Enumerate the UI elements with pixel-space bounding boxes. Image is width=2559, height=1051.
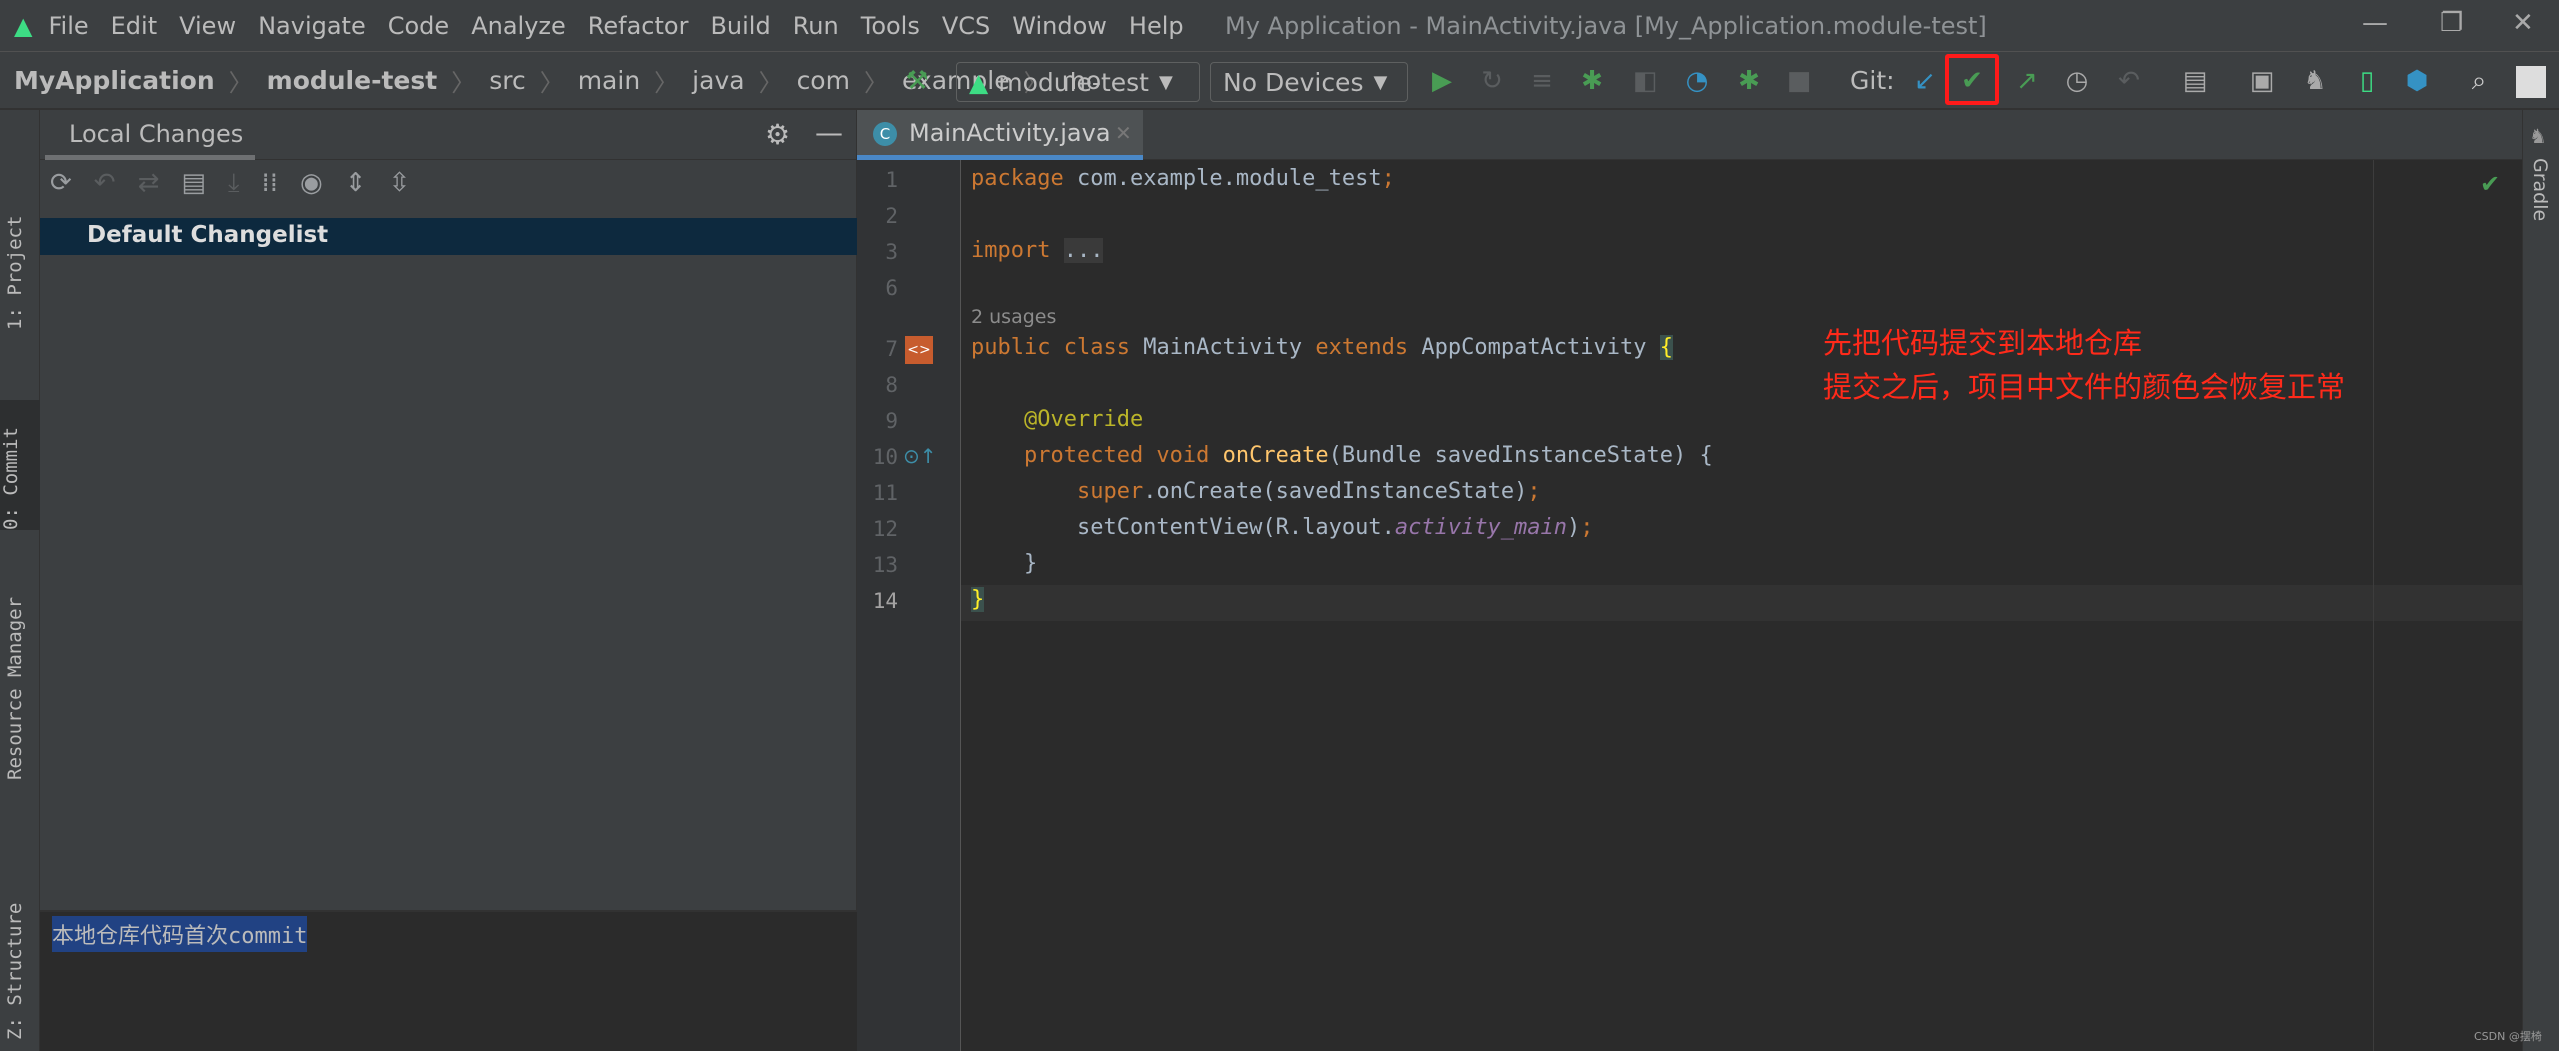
line-number: 2 <box>885 204 898 228</box>
commit-message-text: 本地仓库代码首次commit <box>52 916 308 952</box>
line-number: 12 <box>872 517 898 541</box>
code-line: setContentView(R.layout.activity_main); <box>971 515 1594 540</box>
structure-tool-tab[interactable]: Z: Structure <box>4 900 26 1040</box>
shelve-icon[interactable]: ⤓ <box>228 168 240 199</box>
editor-area[interactable] <box>857 110 2522 1051</box>
changes-toolbar: ⟳ ↶ ⇄ ▤ ⤓ ⁞⁞ ◉ ⇕ ⇳ <box>50 168 410 199</box>
tab-underline <box>45 155 255 160</box>
changelist-row[interactable]: Default Changelist <box>40 218 857 255</box>
panel-header: Local Changes ⚙ — <box>40 110 857 160</box>
line-number: 8 <box>885 373 898 397</box>
commit-message-input[interactable]: 本地仓库代码首次commit <box>40 910 857 1051</box>
right-margin-guide <box>2373 160 2374 1051</box>
code-line: @Override <box>1023 407 1144 432</box>
code-line: import ... <box>971 238 1104 263</box>
override-marker-icon[interactable]: ⊙↑ <box>903 444 937 468</box>
changelist-icon[interactable]: ▤ <box>181 168 206 199</box>
tab-label: MainActivity.java <box>909 119 1111 147</box>
left-tool-stripe: 1: Project 0: Commit Resource Manager Z:… <box>0 110 40 1051</box>
line-number: 3 <box>885 240 898 264</box>
expand-all-icon[interactable]: ⇕ <box>345 168 367 199</box>
tab-local-changes[interactable]: Local Changes <box>69 120 243 148</box>
code-line: } <box>971 587 985 612</box>
line-number: 7 <box>885 337 898 361</box>
line-number: 9 <box>885 409 898 433</box>
class-icon: C <box>873 122 897 146</box>
code-line: package com.example.module_test; <box>971 166 1395 191</box>
annotation-line-2: 提交之后，项目中文件的颜色会恢复正常 <box>1823 370 2346 404</box>
import-fold[interactable]: ... <box>1063 238 1104 263</box>
layout-file-icon[interactable]: <> <box>905 336 933 364</box>
commit-panel: Local Changes ⚙ — ⟳ ↶ ⇄ ▤ ⤓ ⁞⁞ ◉ ⇕ ⇳ Def… <box>40 110 857 1051</box>
line-number: 10 <box>872 445 898 469</box>
commit-tool-tab[interactable]: 0: Commit <box>0 400 40 530</box>
resource-manager-tab[interactable]: Resource Manager <box>4 560 26 780</box>
view-options-icon[interactable]: ◉ <box>300 168 323 199</box>
line-number: 13 <box>872 553 898 577</box>
annotation-line-1: 先把代码提交到本地仓库 <box>1823 326 2143 360</box>
hide-panel-icon[interactable]: — <box>815 116 843 149</box>
usages-hint[interactable]: 2 usages <box>971 306 1056 328</box>
collapse-all-icon[interactable]: ⇳ <box>388 168 410 199</box>
no-problems-check-icon[interactable]: ✔ <box>2480 170 2500 198</box>
line-number: 6 <box>885 276 898 300</box>
code-line: public class MainActivity extends AppCom… <box>971 335 1674 360</box>
line-number: 11 <box>872 481 898 505</box>
gradle-tool-tab[interactable]: Gradle <box>2529 158 2551 221</box>
code-line: super.onCreate(savedInstanceState); <box>1076 479 1541 504</box>
group-by-icon[interactable]: ⁞⁞ <box>261 168 278 199</box>
code-line: protected void onCreate(Bundle savedInst… <box>1023 443 1713 468</box>
code-line: } <box>971 551 1038 576</box>
changelist-name: Default Changelist <box>87 222 329 248</box>
gear-icon[interactable]: ⚙ <box>765 118 790 151</box>
diff-icon[interactable]: ⇄ <box>138 168 160 199</box>
refresh-icon[interactable]: ⟳ <box>50 168 72 199</box>
editor-tab-bar: C MainActivity.java ✕ <box>857 110 2522 160</box>
right-tool-stripe: ♞ Gradle <box>2522 110 2559 1051</box>
watermark: CSDN @摆椅 <box>2474 1030 2542 1043</box>
gradle-icon: ♞ <box>2529 124 2547 148</box>
line-number: 1 <box>885 168 898 192</box>
current-line-highlight <box>961 585 2522 621</box>
line-number: 14 <box>872 589 898 613</box>
close-tab-icon[interactable]: ✕ <box>1115 121 1132 145</box>
rollback-icon[interactable]: ↶ <box>94 168 116 199</box>
tab-mainactivity[interactable]: C MainActivity.java ✕ <box>857 110 1143 160</box>
project-tool-tab[interactable]: 1: Project <box>4 130 26 330</box>
